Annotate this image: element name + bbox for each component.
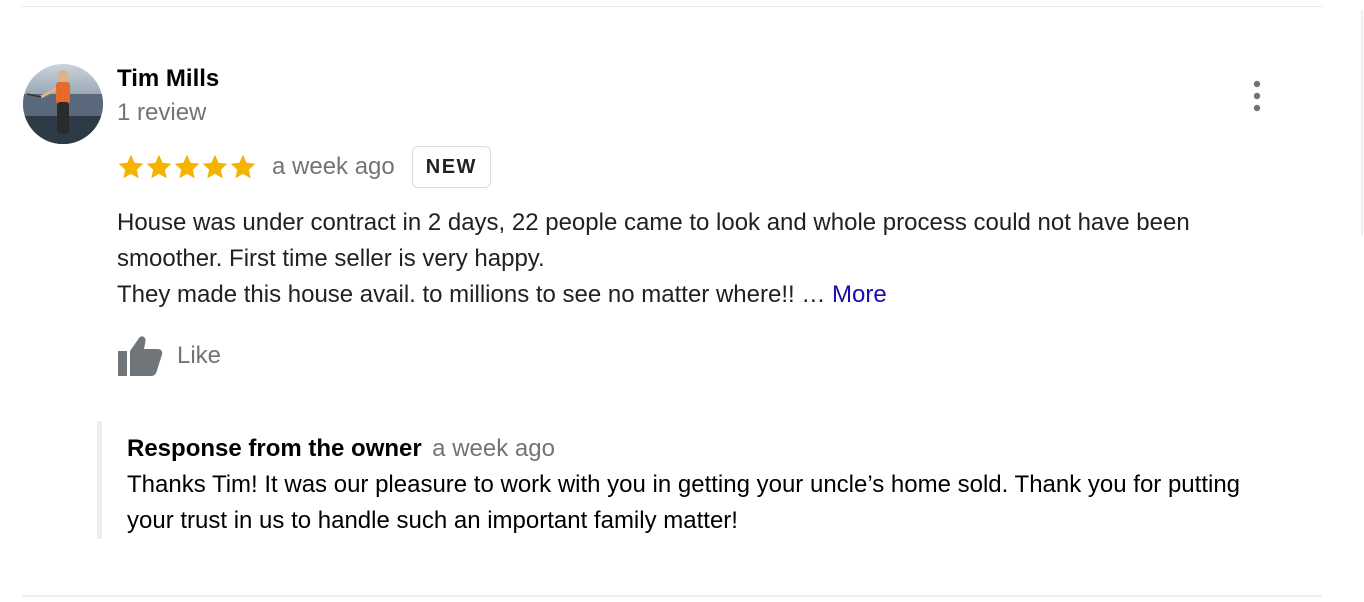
star-icon [174, 154, 200, 179]
review-text-line: smoother. First time seller is very happ… [117, 245, 545, 272]
review-text: House was under contract in 2 days, 22 p… [117, 205, 1317, 313]
owner-response-header: Response from the owner a week ago [127, 431, 555, 470]
star-icon [146, 154, 172, 179]
owner-response-time: a week ago [432, 435, 555, 462]
star-icon [202, 154, 228, 179]
like-button[interactable]: Like [117, 334, 221, 378]
avatar[interactable] [23, 64, 103, 144]
review-text-line-content: They made this house avail. to millions … [117, 281, 832, 308]
new-badge: NEW [411, 146, 491, 188]
like-label: Like [177, 342, 222, 369]
thumbs-up-icon [118, 336, 163, 376]
review-text-line: They made this house avail. to millions … [117, 277, 1317, 313]
reviewer-photo [23, 64, 103, 144]
top-divider [22, 6, 1322, 7]
reviewer-name[interactable]: Tim Mills [117, 64, 219, 94]
scrollbar-track[interactable] [1361, 10, 1363, 235]
more-vert-icon [1253, 80, 1261, 112]
star-rating [117, 153, 257, 181]
more-link[interactable]: More [832, 281, 887, 308]
owner-response-title: Response from the owner [127, 435, 422, 462]
more-options-button[interactable] [1242, 78, 1272, 114]
review-card: Tim Mills 1 review a week ago NEW House … [0, 0, 1364, 602]
bottom-divider [22, 595, 1322, 597]
review-time: a week ago [272, 153, 395, 180]
owner-response-text: Thanks Tim! It was our pleasure to work … [127, 471, 1241, 534]
review-text-line: House was under contract in 2 days, 22 p… [117, 209, 1190, 236]
star-icon [118, 154, 144, 179]
star-icon [230, 154, 256, 179]
owner-response: Response from the owner a week ago Thank… [97, 421, 1302, 539]
review-count[interactable]: 1 review [117, 98, 206, 128]
rating-row: a week ago NEW [117, 146, 491, 188]
